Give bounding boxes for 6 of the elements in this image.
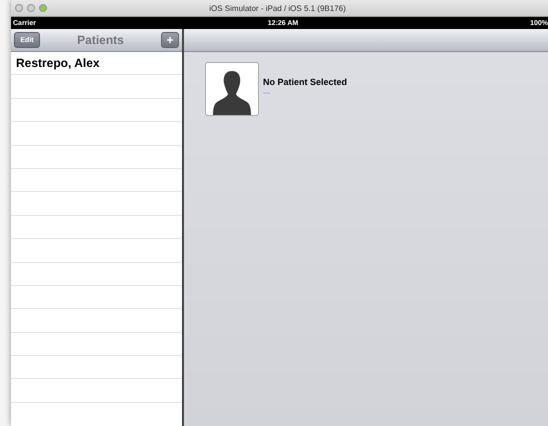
- table-row[interactable]: Restrepo, Alex: [11, 52, 182, 76]
- detail-title: No Patient Selected: [263, 77, 348, 87]
- patient-name: Restrepo, Alex: [16, 56, 100, 70]
- window-title: iOS Simulator - iPad / iOS 5.1 (9B176): [208, 4, 347, 12]
- navigation-title: Patients: [77, 33, 124, 47]
- add-button[interactable]: +: [161, 32, 179, 48]
